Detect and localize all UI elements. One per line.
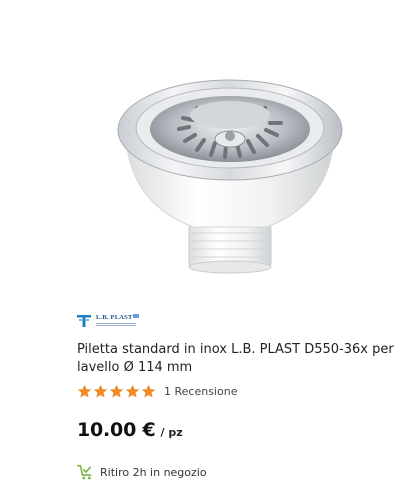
brand-logo[interactable]: L.B. PLAST bbox=[77, 314, 139, 328]
cart-check-icon bbox=[77, 464, 92, 480]
product-image[interactable] bbox=[105, 55, 355, 295]
star-icon bbox=[109, 384, 124, 398]
price-unit: / pz bbox=[160, 426, 183, 439]
brand-flag bbox=[133, 314, 139, 318]
star-icon bbox=[141, 384, 156, 398]
star-icon bbox=[93, 384, 108, 398]
pickup-label: Ritiro 2h in negozio bbox=[100, 466, 207, 479]
lb-plast-logo-icon bbox=[77, 315, 91, 327]
star-icon bbox=[77, 384, 92, 398]
price: 10.00 € / pz bbox=[77, 419, 183, 441]
rating[interactable]: 1 Recensione bbox=[77, 384, 237, 399]
star-icon bbox=[125, 384, 140, 398]
price-value: 10.00 € bbox=[77, 419, 156, 441]
star-rating bbox=[77, 384, 156, 399]
product-card[interactable]: L.B. PLAST Piletta standard in inox L.B.… bbox=[0, 0, 415, 500]
brand-name: L.B. PLAST bbox=[96, 314, 133, 321]
brand-tagline bbox=[96, 323, 136, 328]
product-title[interactable]: Piletta standard in inox L.B. PLAST D550… bbox=[77, 341, 397, 377]
review-count-link[interactable]: 1 Recensione bbox=[164, 385, 237, 398]
pickup-availability: Ritiro 2h in negozio bbox=[77, 464, 207, 481]
